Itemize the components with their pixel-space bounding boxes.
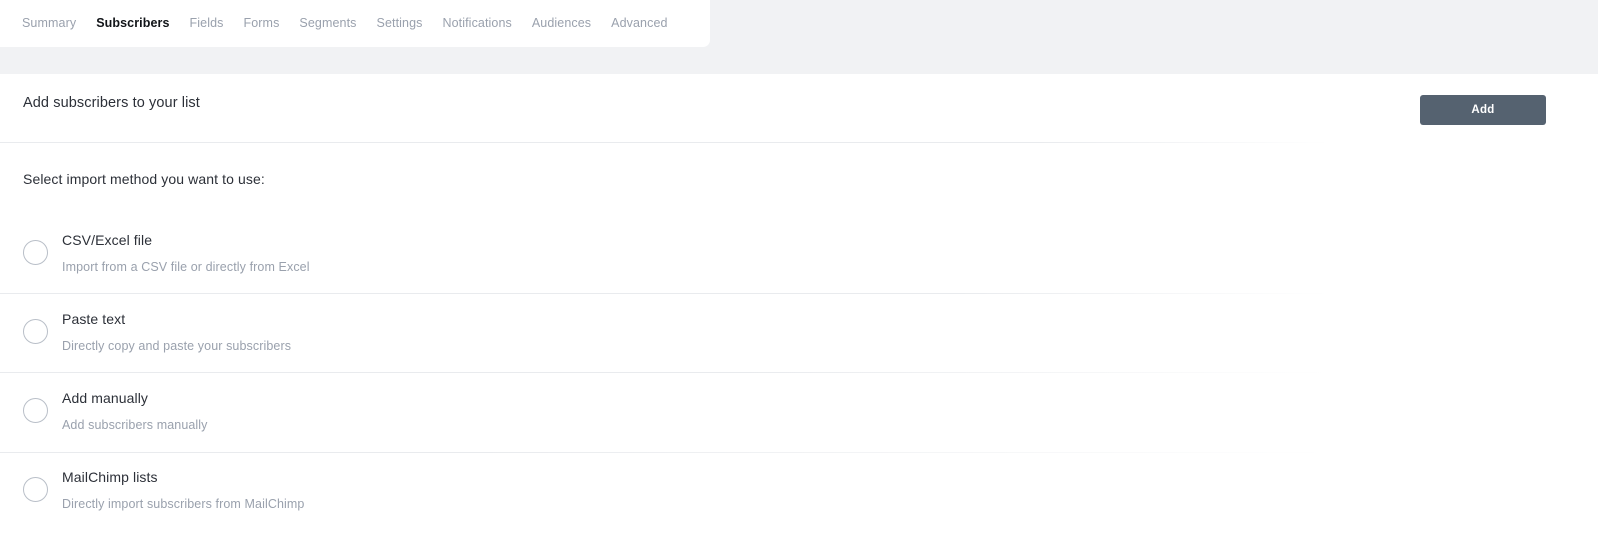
import-option-description: Add subscribers manually	[62, 418, 208, 432]
import-option-title: MailChimp lists	[62, 469, 158, 485]
divider-option-2	[0, 372, 1330, 373]
import-option-description: Directly copy and paste your subscribers	[62, 339, 292, 353]
page-header: Add subscribers to your list Add	[0, 74, 1598, 138]
import-method-options: CSV/Excel file Import from a CSV file or …	[0, 218, 1330, 534]
radio-button-icon[interactable]	[23, 398, 48, 423]
radio-button-icon[interactable]	[23, 477, 48, 502]
tab-advanced[interactable]: Advanced	[601, 0, 677, 47]
import-option-description: Import from a CSV file or directly from …	[62, 260, 310, 274]
import-method-label: Select import method you want to use:	[23, 171, 265, 187]
tab-summary[interactable]: Summary	[22, 0, 86, 47]
top-band: Summary Subscribers Fields Forms Segments Set…	[0, 0, 1598, 74]
tab-audiences[interactable]: Audiences	[522, 0, 601, 47]
tab-bar: Summary Subscribers Fields Forms Segments Set…	[22, 0, 678, 47]
tab-forms[interactable]: Forms	[234, 0, 290, 47]
tab-settings[interactable]: Settings	[367, 0, 433, 47]
import-option-title: Paste text	[62, 311, 126, 327]
radio-button-icon[interactable]	[23, 240, 48, 265]
add-button[interactable]: Add	[1420, 95, 1546, 125]
import-option[interactable]: Paste text Directly copy and paste your s…	[0, 297, 1330, 376]
divider-header	[0, 142, 1330, 143]
import-option[interactable]: MailChimp lists Directly import subscribe…	[0, 455, 1330, 534]
radio-button-icon[interactable]	[23, 319, 48, 344]
tab-fields[interactable]: Fields	[180, 0, 234, 47]
import-option[interactable]: Add manually Add subscribers manually	[0, 376, 1330, 455]
import-option-title: Add manually	[62, 390, 149, 406]
divider-option-3	[0, 452, 1330, 453]
divider-option-1	[0, 293, 1330, 294]
tab-notifications[interactable]: Notifications	[432, 0, 521, 47]
tab-segments[interactable]: Segments	[289, 0, 366, 47]
import-option-title: CSV/Excel file	[62, 232, 153, 248]
tab-subscribers[interactable]: Subscribers	[86, 0, 179, 47]
page-title: Add subscribers to your list	[23, 95, 200, 111]
import-option-description: Directly import subscribers from MailChi…	[62, 497, 305, 511]
import-option[interactable]: CSV/Excel file Import from a CSV file or …	[0, 218, 1330, 297]
tab-card: Summary Subscribers Fields Forms Segments Set…	[0, 0, 710, 47]
